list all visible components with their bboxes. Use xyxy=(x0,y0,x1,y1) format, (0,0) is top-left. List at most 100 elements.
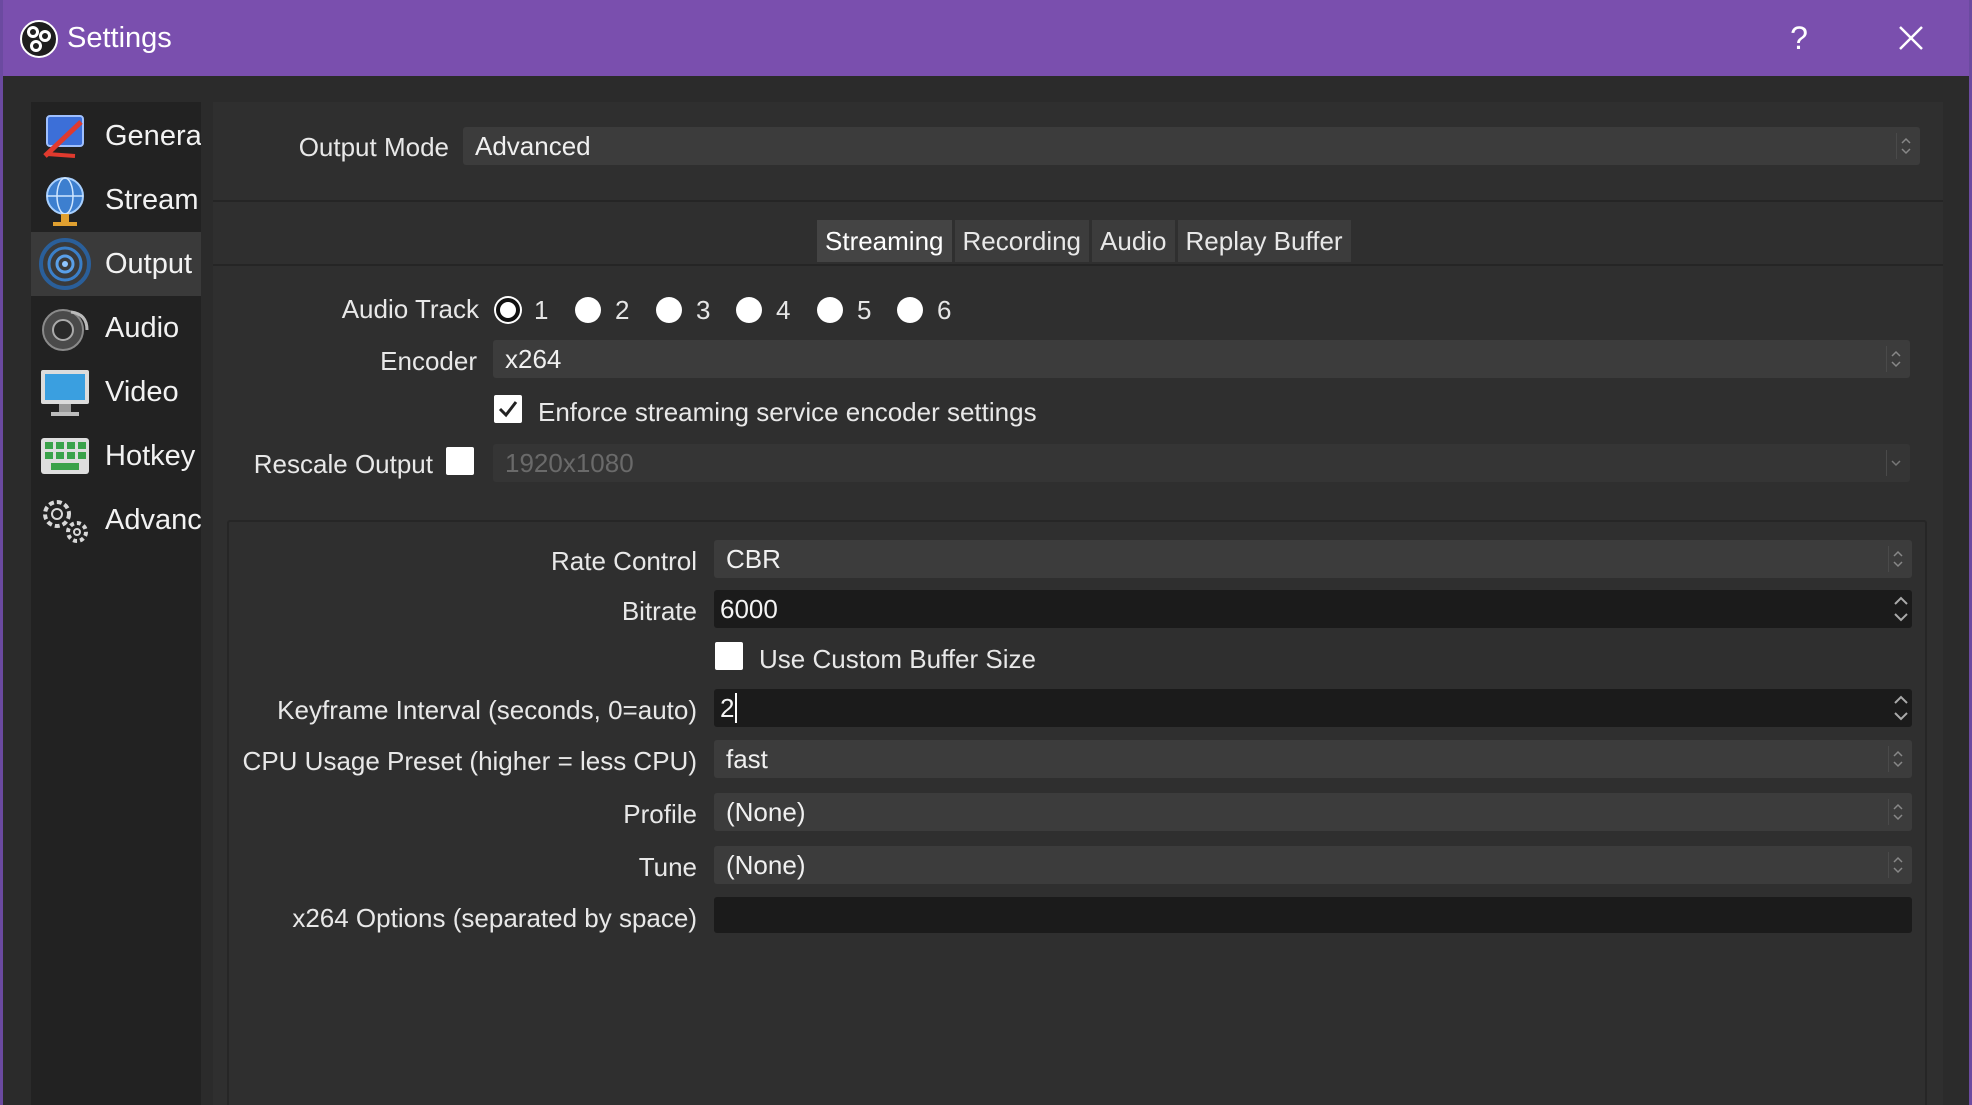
general-icon xyxy=(43,115,84,158)
radio-label: 3 xyxy=(696,294,711,325)
x264-options-input[interactable] xyxy=(714,897,1912,933)
audio-track-radio-1[interactable]: 1 xyxy=(496,292,548,328)
output-settings-panel: Output Mode Advanced Streaming Recording… xyxy=(213,102,1943,1105)
output-mode-label: Output Mode xyxy=(298,132,449,162)
sidebar-item-label: Audio xyxy=(105,311,180,344)
tab-streaming[interactable]: Streaming xyxy=(817,220,952,262)
enforce-encoder-label: Enforce streaming service encoder settin… xyxy=(538,397,1037,427)
sidebar-item-video[interactable]: Video xyxy=(31,360,201,424)
sidebar-item-audio[interactable]: Audio xyxy=(31,296,201,360)
sidebar-item-hotkeys[interactable]: Hotkey xyxy=(31,424,201,488)
output-mode-value: Advanced xyxy=(475,131,591,161)
bitrate-label: Bitrate xyxy=(621,596,697,626)
profile-select[interactable]: (None) xyxy=(714,793,1912,831)
bitrate-input[interactable]: 6000 xyxy=(714,590,1912,628)
sidebar-item-label: Stream xyxy=(105,183,199,216)
rate-control-label: Rate Control xyxy=(551,546,697,576)
updown-arrows-icon xyxy=(1886,346,1904,372)
cpu-preset-value: fast xyxy=(726,744,768,774)
keyframe-interval-input[interactable]: 2 xyxy=(714,689,1912,727)
obs-logo-icon xyxy=(20,20,58,58)
radio-button xyxy=(656,297,682,323)
sidebar-item-advanced[interactable]: Advanc xyxy=(31,488,201,552)
checkmark-icon xyxy=(498,401,518,418)
sidebar-item-stream[interactable]: Stream xyxy=(31,168,201,232)
rate-control-select[interactable]: CBR xyxy=(714,540,1912,578)
keyframe-interval-label: Keyframe Interval (seconds, 0=auto) xyxy=(277,695,697,725)
audio-track-label: Audio Track xyxy=(341,294,479,324)
settings-window: Settings ? Genera Stream Output Audio Vi… xyxy=(0,0,1972,1105)
x264-options-label: x264 Options (separated by space) xyxy=(292,903,697,933)
encoder-settings-group: Rate Control CBR Bitrate 6000 Use Custom… xyxy=(227,520,1927,1105)
sidebar-item-label: Video xyxy=(105,375,179,408)
radio-button xyxy=(575,297,601,323)
hotkeys-icon xyxy=(41,438,89,474)
enforce-encoder-checkbox[interactable] xyxy=(494,395,522,423)
help-button[interactable]: ? xyxy=(1783,18,1815,58)
radio-label: 1 xyxy=(534,294,549,325)
encoder-label: Encoder xyxy=(380,346,477,376)
rescale-resolution-select[interactable]: 1920x1080 xyxy=(493,444,1910,482)
sidebar-item-label: Advanc xyxy=(105,503,201,536)
output-mode-select[interactable]: Advanced xyxy=(463,127,1920,165)
custom-buffer-label: Use Custom Buffer Size xyxy=(759,644,1036,674)
spin-arrows-icon[interactable] xyxy=(1890,590,1912,628)
tab-replay-buffer[interactable]: Replay Buffer xyxy=(1177,220,1351,262)
rescale-resolution-value: 1920x1080 xyxy=(505,448,634,478)
tab-recording[interactable]: Recording xyxy=(954,220,1090,262)
sidebar-item-label: Genera xyxy=(105,119,201,152)
radio-button xyxy=(817,297,843,323)
close-icon[interactable] xyxy=(1891,18,1931,58)
radio-label: 4 xyxy=(776,294,791,325)
chevron-down-icon xyxy=(1886,450,1904,476)
video-icon xyxy=(41,370,89,416)
radio-label: 5 xyxy=(857,294,872,325)
audio-track-radio-4[interactable]: 4 xyxy=(736,292,790,328)
audio-track-radio-6[interactable]: 6 xyxy=(897,292,951,328)
radio-button-checked xyxy=(496,298,520,322)
audio-track-radio-5[interactable]: 5 xyxy=(817,292,871,328)
rescale-output-checkbox[interactable] xyxy=(446,447,474,475)
updown-arrows-icon xyxy=(1896,133,1914,159)
spin-arrows-icon[interactable] xyxy=(1890,689,1912,727)
updown-arrows-icon xyxy=(1888,852,1906,878)
audio-icon xyxy=(42,309,89,351)
window-title: Settings xyxy=(67,22,172,54)
radio-label: 2 xyxy=(615,294,630,325)
tab-divider xyxy=(213,264,1943,266)
audio-track-radio-3[interactable]: 3 xyxy=(656,292,710,328)
output-tabs: Streaming Recording Audio Replay Buffer xyxy=(817,220,1354,262)
sidebar-item-general[interactable]: Genera xyxy=(31,104,201,168)
audio-track-radio-2[interactable]: 2 xyxy=(575,292,629,328)
updown-arrows-icon xyxy=(1888,746,1906,772)
output-mode-row: Output Mode Advanced xyxy=(213,102,1943,202)
sidebar-item-label: Output xyxy=(105,247,193,280)
sidebar-item-label: Hotkey xyxy=(105,439,196,472)
encoder-value: x264 xyxy=(505,344,562,374)
tune-value: (None) xyxy=(726,850,806,880)
radio-button xyxy=(736,297,762,323)
tune-select[interactable]: (None) xyxy=(714,846,1912,884)
encoder-select[interactable]: x264 xyxy=(493,340,1910,378)
stream-icon xyxy=(46,177,84,226)
profile-value: (None) xyxy=(726,797,806,827)
radio-button xyxy=(897,297,923,323)
advanced-icon xyxy=(43,500,88,543)
keyframe-interval-value: 2 xyxy=(720,693,738,723)
bitrate-value: 6000 xyxy=(720,594,778,624)
cpu-preset-label: CPU Usage Preset (higher = less CPU) xyxy=(242,746,697,776)
sidebar-item-output[interactable]: Output xyxy=(31,232,201,296)
cpu-preset-select[interactable]: fast xyxy=(714,740,1912,778)
tab-audio[interactable]: Audio xyxy=(1092,220,1175,262)
updown-arrows-icon xyxy=(1888,546,1906,572)
updown-arrows-icon xyxy=(1888,799,1906,825)
tune-label: Tune xyxy=(638,852,697,882)
rate-control-value: CBR xyxy=(726,544,781,574)
custom-buffer-checkbox[interactable] xyxy=(715,642,743,670)
output-icon xyxy=(39,238,91,290)
profile-label: Profile xyxy=(623,799,697,829)
title-bar: Settings ? xyxy=(3,0,1969,76)
rescale-output-label: Rescale Output xyxy=(253,449,433,479)
settings-sidebar: Genera Stream Output Audio Video Hotkey … xyxy=(31,102,201,1105)
radio-label: 6 xyxy=(937,294,952,325)
